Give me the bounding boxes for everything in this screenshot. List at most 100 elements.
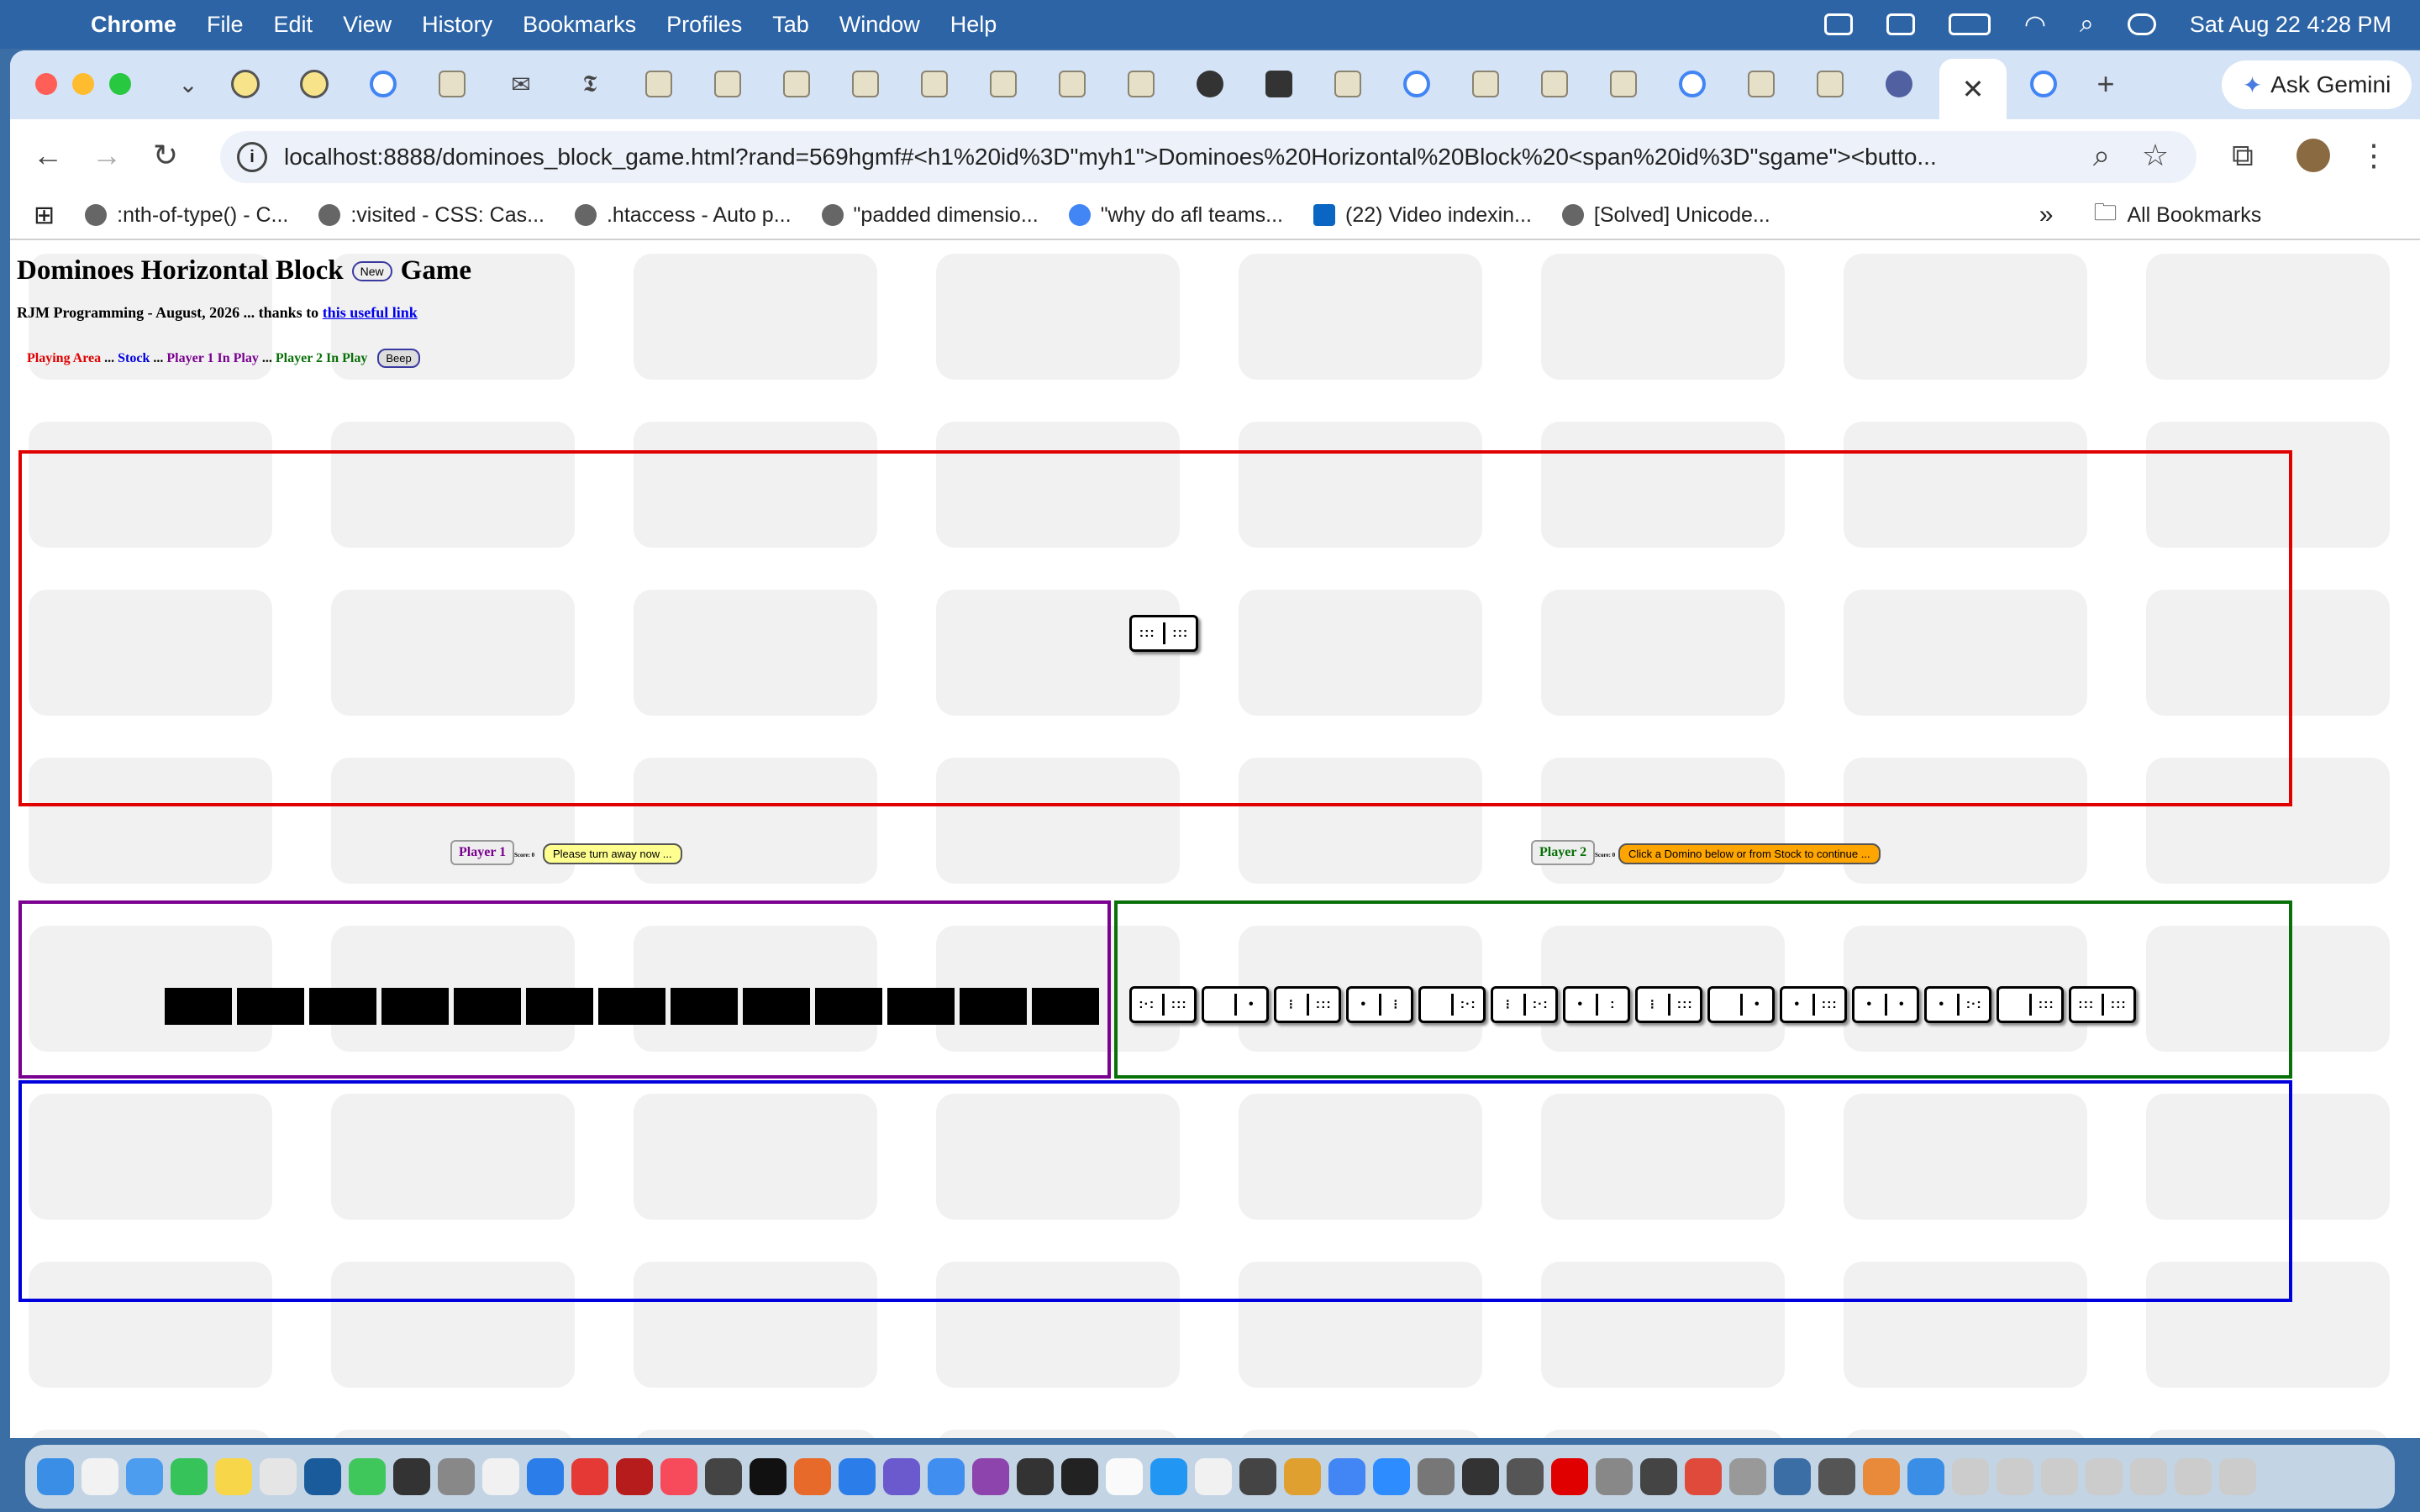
player2-domino[interactable]: •:	[1563, 986, 1630, 1023]
zoom-icon[interactable]: ⌕	[2082, 136, 2121, 175]
dock-app-icon[interactable]	[2219, 1458, 2256, 1495]
player2-domino[interactable]: ⁝:·:	[1491, 986, 1558, 1023]
dock-app-icon[interactable]	[1462, 1458, 1499, 1495]
profile-avatar[interactable]	[2294, 136, 2333, 175]
player1-hidden-domino[interactable]	[454, 988, 521, 1025]
dock-app-icon[interactable]	[393, 1458, 430, 1495]
tab-favicon-9[interactable]	[986, 67, 1020, 101]
all-bookmarks-button[interactable]: 🗀 All Bookmarks	[2093, 195, 2261, 235]
beep-button[interactable]: Beep	[377, 349, 420, 368]
tab-favicon-dark[interactable]	[1262, 67, 1296, 101]
dock-app-icon[interactable]	[616, 1458, 653, 1495]
dock-app-icon[interactable]	[2041, 1458, 2078, 1495]
dock-app-icon[interactable]	[2130, 1458, 2167, 1495]
spotlight-search-icon[interactable]: ⌕	[2080, 10, 2094, 39]
minimize-window-button[interactable]	[72, 73, 94, 95]
dock-app-icon[interactable]	[1685, 1458, 1722, 1495]
menu-help[interactable]: Help	[950, 12, 997, 38]
dock-app-icon[interactable]	[571, 1458, 608, 1495]
player2-domino[interactable]: :::	[1996, 986, 2064, 1023]
tab-favicon-1[interactable]	[229, 67, 262, 101]
bookmark-1[interactable]: :nth-of-type() - C...	[85, 203, 288, 228]
bookmark-star-icon[interactable]: ☆	[2136, 136, 2175, 175]
tab-favicon-gmail[interactable]: ✉	[504, 67, 538, 101]
extensions-icon[interactable]: ⧉	[2223, 136, 2262, 175]
url-text[interactable]: localhost:8888/dominoes_block_game.html?…	[284, 144, 2158, 171]
player2-domino[interactable]: :·:	[1418, 986, 1486, 1023]
player2-domino[interactable]: • ⁝	[1346, 986, 1413, 1023]
ask-gemini-button[interactable]: ✦ Ask Gemini	[2222, 60, 2412, 109]
close-tab-icon[interactable]: ✕	[1962, 73, 1985, 105]
active-tab[interactable]: ✕	[1939, 59, 2007, 119]
player1-hidden-domino[interactable]	[671, 988, 738, 1025]
tab-favicon-4[interactable]	[642, 67, 676, 101]
dock-app-icon[interactable]	[1551, 1458, 1588, 1495]
site-info-icon[interactable]: i	[237, 142, 267, 172]
tab-favicon-google-2[interactable]	[1400, 67, 1434, 101]
player1-hidden-domino[interactable]	[309, 988, 376, 1025]
dock-app-icon[interactable]	[527, 1458, 564, 1495]
dock-app-icon[interactable]	[126, 1458, 163, 1495]
bookmark-4[interactable]: "padded dimensio...	[821, 203, 1039, 228]
new-game-button[interactable]: New	[351, 260, 392, 281]
clock[interactable]: Sat Aug 22 4:28 PM	[2190, 12, 2391, 38]
dock-app-icon[interactable]	[1774, 1458, 1811, 1495]
tab-search-chevron-icon[interactable]: ⌄	[171, 67, 205, 101]
player1-hidden-domino[interactable]	[960, 988, 1027, 1025]
dock-app-icon[interactable]	[37, 1458, 74, 1495]
back-arrow-icon[interactable]: ←	[29, 136, 67, 175]
dock-app-icon[interactable]	[1640, 1458, 1677, 1495]
player1-hidden-domino[interactable]	[1032, 988, 1099, 1025]
player1-hidden-domino[interactable]	[815, 988, 882, 1025]
dock-app-icon[interactable]	[794, 1458, 831, 1495]
dock-app-icon[interactable]	[2086, 1458, 2123, 1495]
dock-app-icon[interactable]	[260, 1458, 297, 1495]
player2-domino[interactable]: ⁝:::	[1635, 986, 1702, 1023]
player1-hidden-domino[interactable]	[237, 988, 304, 1025]
battery-icon[interactable]	[1948, 13, 1991, 35]
dock-app-icon[interactable]	[1952, 1458, 1989, 1495]
player1-hidden-domino[interactable]	[598, 988, 666, 1025]
player1-hidden-domino[interactable]	[887, 988, 955, 1025]
player2-domino[interactable]: •	[1202, 986, 1269, 1023]
dock-app-icon[interactable]	[1239, 1458, 1276, 1495]
bookmark-6[interactable]: (22) Video indexin...	[1313, 203, 1532, 228]
dock-app-icon[interactable]	[1150, 1458, 1187, 1495]
new-tab-icon[interactable]: +	[2089, 66, 2123, 101]
dock-app-icon[interactable]	[1284, 1458, 1321, 1495]
player2-hand-area[interactable]: :·:::: • ⁝::: • ⁝:·: ⁝:·: •: ⁝::: • •::: • • •:·:::…	[1114, 900, 2292, 1079]
dock-app-icon[interactable]	[750, 1458, 786, 1495]
player1-hand-area[interactable]	[18, 900, 1111, 1079]
player2-domino[interactable]: ::::::	[2069, 986, 2136, 1023]
status-app-icon[interactable]	[1823, 13, 1853, 35]
chrome-menu-icon[interactable]: ⋮	[2354, 136, 2393, 175]
player1-hidden-domino[interactable]	[165, 988, 232, 1025]
menu-view[interactable]: View	[343, 12, 392, 38]
more-bookmarks-chevron[interactable]: »	[2039, 201, 2054, 229]
dock-app-icon[interactable]	[839, 1458, 876, 1495]
tab-favicon-14[interactable]	[1538, 67, 1571, 101]
dock-app-icon[interactable]	[1996, 1458, 2033, 1495]
player2-domino[interactable]: ⁝:::	[1274, 986, 1341, 1023]
bookmark-2[interactable]: :visited - CSS: Cas...	[318, 203, 544, 228]
dock-app-icon[interactable]	[215, 1458, 252, 1495]
useful-link[interactable]: this useful link	[323, 304, 418, 321]
tab-favicon-10[interactable]	[1055, 67, 1089, 101]
zoom-window-button[interactable]	[109, 73, 131, 95]
menu-bookmarks[interactable]: Bookmarks	[523, 12, 636, 38]
dock-app-icon[interactable]	[171, 1458, 208, 1495]
bookmark-3[interactable]: .htaccess - Auto p...	[574, 203, 792, 228]
dock-app-icon[interactable]	[1061, 1458, 1098, 1495]
dock-app-icon[interactable]	[1507, 1458, 1544, 1495]
dock-app-icon[interactable]	[304, 1458, 341, 1495]
tab-favicon-5[interactable]	[711, 67, 744, 101]
tab-favicon-afl[interactable]	[1882, 67, 1916, 101]
menu-tab[interactable]: Tab	[772, 12, 809, 38]
tab-favicon-globe[interactable]	[1193, 67, 1227, 101]
dock-app-icon[interactable]	[438, 1458, 475, 1495]
dock-app-icon[interactable]	[349, 1458, 386, 1495]
menu-edit[interactable]: Edit	[274, 12, 313, 38]
dock-app-icon[interactable]	[883, 1458, 920, 1495]
dock-app-icon[interactable]	[705, 1458, 742, 1495]
dock-app-icon[interactable]	[1907, 1458, 1944, 1495]
